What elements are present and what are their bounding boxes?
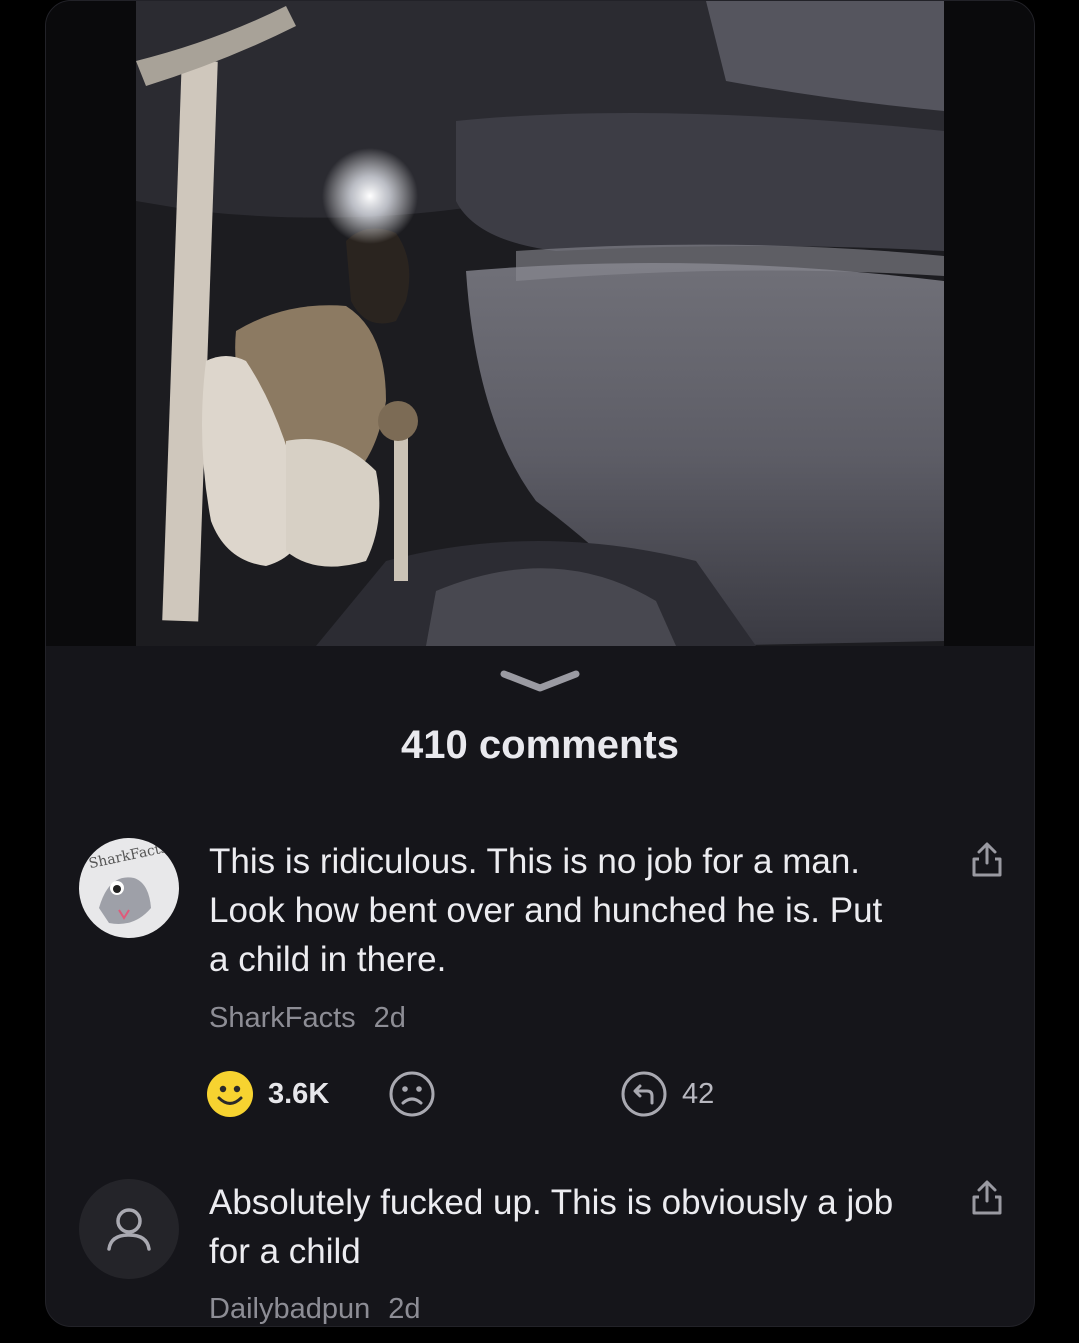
smile-count: 3.6K: [268, 1077, 330, 1110]
shark-avatar-image: SharkFacts: [87, 840, 169, 924]
share-icon[interactable]: [970, 1179, 1004, 1217]
post-panel: 410 comments SharkFacts This is ridiculo…: [45, 0, 1035, 1327]
mine-photo-illustration: [136, 1, 944, 646]
avatar[interactable]: [79, 1179, 179, 1279]
comment-age: 2d: [388, 1293, 421, 1325]
avatar[interactable]: SharkFacts: [79, 838, 179, 938]
comment-author[interactable]: Dailybadpun: [209, 1293, 370, 1325]
comments-count: 410 comments: [401, 723, 679, 767]
comment-text: This is ridiculous. This is no job for a…: [209, 842, 883, 979]
comment-meta: Dailybadpun 2d: [209, 1293, 421, 1326]
smile-reaction-button[interactable]: 3.6K: [206, 1070, 329, 1118]
comment-text: Absolutely fucked up. This is obviously …: [209, 1183, 894, 1271]
reply-arrow-icon: [621, 1071, 667, 1117]
post-media[interactable]: [46, 1, 1034, 646]
default-user-icon: [107, 1208, 151, 1251]
comment-meta: SharkFacts 2d: [209, 1002, 406, 1035]
smiley-face-icon: [207, 1071, 253, 1117]
replies-count: 42: [682, 1077, 715, 1110]
frown-face-icon: [389, 1071, 435, 1117]
mine-photo[interactable]: [136, 1, 944, 646]
comment-age: 2d: [373, 1002, 406, 1034]
frown-reaction-button[interactable]: [388, 1070, 436, 1118]
share-icon[interactable]: [970, 841, 1004, 879]
comment-author[interactable]: SharkFacts: [209, 1002, 356, 1034]
svg-text:SharkFacts: SharkFacts: [87, 840, 168, 872]
replies-button[interactable]: 42: [620, 1070, 714, 1118]
chevron-down-icon[interactable]: [498, 666, 582, 696]
